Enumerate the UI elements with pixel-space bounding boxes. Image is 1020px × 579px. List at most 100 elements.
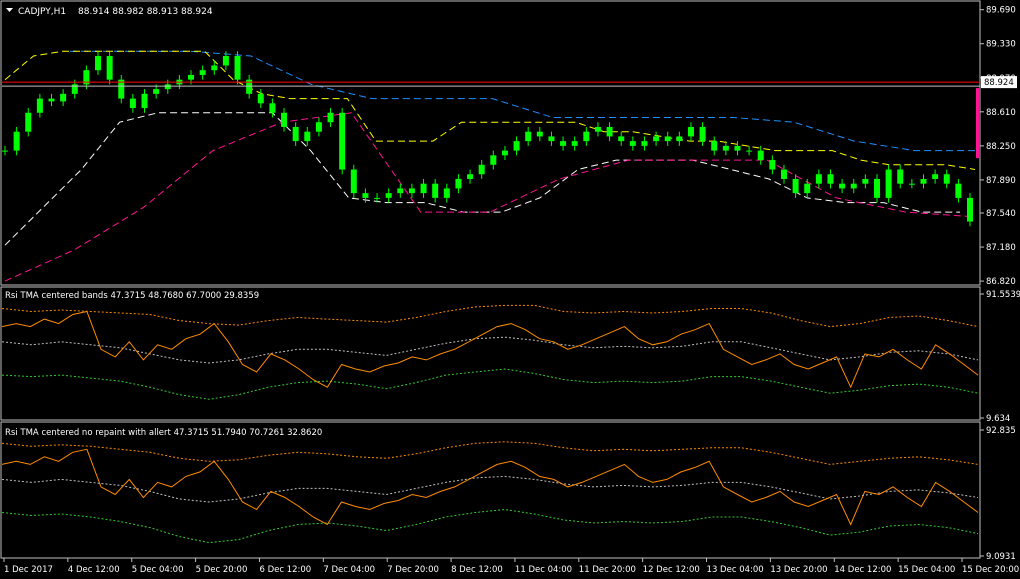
candle (839, 183, 846, 189)
candle (408, 188, 415, 194)
candle (60, 93, 67, 102)
time-tick-label: 7 Dec 04:00 (323, 565, 375, 575)
candle (48, 98, 55, 102)
candle (862, 178, 869, 184)
candle (687, 126, 694, 137)
rsi-bands-title: Rsi TMA centered bands 47.3715 48.7680 6… (5, 291, 259, 301)
candle (222, 56, 229, 66)
candle (780, 169, 787, 179)
candle (815, 174, 822, 184)
candle (594, 126, 601, 132)
candle (36, 98, 43, 113)
candle (13, 131, 20, 151)
candle (757, 150, 764, 161)
candle (199, 70, 206, 75)
price-axis-tick-label: 88.610 (986, 108, 1016, 118)
time-tick-label: 1 Dec 2017 (4, 565, 53, 575)
candle (827, 174, 834, 184)
candle (908, 183, 915, 185)
candle (525, 131, 532, 142)
candle (932, 174, 939, 179)
price-axis-tick-label: 86.820 (986, 277, 1016, 287)
candle (606, 126, 613, 137)
candle (478, 164, 485, 175)
candle (188, 74, 195, 80)
candle (362, 193, 369, 198)
time-tick-label: 13 Dec 20:00 (770, 565, 827, 575)
candle (385, 193, 392, 198)
rsi-bands-axis-tick-label: 9.634 (986, 414, 1010, 424)
time-tick-label: 14 Dec 12:00 (834, 565, 891, 575)
candle (350, 169, 357, 194)
candle (397, 188, 404, 194)
time-tick-label: 13 Dec 04:00 (707, 565, 764, 575)
candle (106, 56, 113, 80)
price-axis-tick-label: 87.890 (986, 176, 1016, 186)
candle (281, 112, 288, 127)
price-axis-tick-label: 89.330 (986, 40, 1016, 50)
time-tick-label: 5 Dec 20:00 (196, 565, 248, 575)
price-axis-tick-label: 87.180 (986, 243, 1016, 253)
candle (792, 178, 799, 194)
current-price-label: 88.924 (984, 78, 1014, 88)
ohlc-readout: 88.914 88.982 88.913 88.924 (78, 7, 213, 17)
candle (746, 150, 753, 152)
time-tick-label: 15 Dec 20:00 (962, 565, 1019, 575)
candle (257, 93, 264, 104)
price-axis: 89.69089.33088.97088.61088.25087.89087.5… (980, 6, 1017, 287)
candle (467, 174, 474, 179)
candle (327, 112, 334, 123)
time-tick-label: 4 Dec 12:00 (68, 565, 120, 575)
candle (618, 136, 625, 142)
candle (629, 141, 636, 146)
candle (315, 122, 322, 132)
rsi-norepaint-title: Rsi TMA centered no repaint with allert … (5, 428, 322, 438)
candle (443, 188, 450, 198)
chart-window[interactable]: 89.69089.33088.97088.61088.25087.89087.5… (0, 0, 1020, 579)
candle (234, 56, 241, 80)
candle (141, 93, 148, 109)
candle (374, 197, 381, 199)
candle (920, 178, 927, 184)
candle (501, 150, 508, 156)
candle (513, 141, 520, 151)
candle (432, 183, 439, 198)
candle (955, 183, 962, 198)
time-tick-label: 12 Dec 12:00 (643, 565, 700, 575)
candle (95, 56, 102, 71)
candle (548, 136, 555, 142)
rsi-norepaint-axis-tick-label: 9.0931 (986, 552, 1016, 562)
candle (269, 103, 276, 113)
candle (583, 131, 590, 142)
candle (653, 136, 660, 142)
candle (490, 155, 497, 165)
candle (292, 126, 299, 142)
candle (873, 178, 880, 198)
candle (711, 141, 718, 151)
candle (339, 112, 346, 170)
candle (804, 183, 811, 194)
candle (164, 84, 171, 90)
price-axis-tick-label: 87.540 (986, 209, 1016, 219)
candle (571, 141, 578, 146)
candle (25, 112, 32, 132)
candle (304, 131, 311, 142)
candle (153, 89, 160, 94)
time-tick-label: 8 Dec 12:00 (451, 565, 503, 575)
candle (455, 178, 462, 189)
rsi-bands-axis-tick-label: 91.5539 (986, 290, 1020, 300)
candle (420, 183, 427, 194)
symbol-title: CADJPY,H1 (18, 7, 66, 17)
candle (967, 197, 973, 222)
candle (897, 169, 904, 184)
candle (769, 160, 776, 170)
time-tick-label: 11 Dec 20:00 (579, 565, 636, 575)
candle (943, 174, 950, 184)
range-marker-bar (976, 88, 979, 159)
candle (2, 150, 8, 152)
candle (734, 145, 741, 151)
time-tick-label: 15 Dec 04:00 (898, 565, 955, 575)
time-tick-label: 6 Dec 12:00 (259, 565, 311, 575)
price-axis-tick-label: 89.690 (986, 6, 1016, 16)
price-axis-tick-label: 88.250 (986, 142, 1016, 152)
